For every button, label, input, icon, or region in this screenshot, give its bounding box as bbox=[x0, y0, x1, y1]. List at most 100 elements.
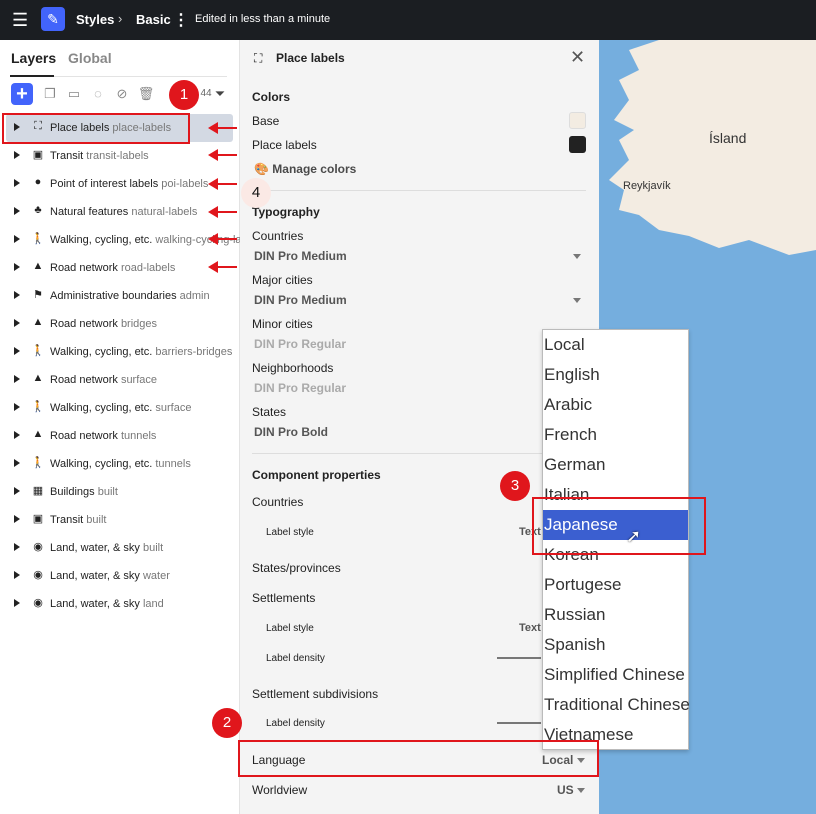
layer-item[interactable]: 🚶 Walking, cycling, etc. barriers-bridges bbox=[0, 338, 240, 366]
subdivisions-density-slider[interactable] bbox=[497, 722, 541, 724]
language-option[interactable]: English bbox=[543, 360, 688, 390]
filter-icon[interactable]: ⏷ bbox=[209, 83, 231, 105]
more-options-icon[interactable]: ⋮ bbox=[173, 10, 189, 30]
layer-id: transit-labels bbox=[86, 150, 149, 162]
expand-arrow-icon[interactable] bbox=[14, 431, 20, 439]
annotation-arrow bbox=[208, 233, 237, 245]
road-icon: ▲ bbox=[32, 428, 44, 440]
close-icon[interactable]: ✕ bbox=[570, 47, 585, 68]
layer-label: Road network bbox=[50, 262, 118, 274]
expand-arrow-icon[interactable] bbox=[14, 291, 20, 299]
select-tool-icon[interactable]: ◌ bbox=[87, 83, 109, 105]
layer-id: tunnels bbox=[120, 430, 157, 442]
chevron-down-icon[interactable] bbox=[573, 254, 581, 259]
duplicate-icon[interactable]: ❐ bbox=[39, 83, 61, 105]
language-option[interactable]: French bbox=[543, 420, 688, 450]
expand-arrow-icon[interactable] bbox=[14, 375, 20, 383]
layer-name: Land, water, & sky water bbox=[50, 570, 170, 582]
add-layer-button[interactable]: + bbox=[11, 83, 33, 105]
hide-icon[interactable]: ⊘ bbox=[111, 83, 133, 105]
layer-item[interactable]: ⚑ Administrative boundaries admin bbox=[0, 282, 240, 310]
expand-arrow-icon[interactable] bbox=[14, 319, 20, 327]
expand-arrow-icon[interactable] bbox=[14, 235, 20, 243]
folder-icon[interactable]: ▭ bbox=[63, 83, 85, 105]
expand-arrow-icon[interactable] bbox=[14, 207, 20, 215]
layer-name: Road network tunnels bbox=[50, 430, 156, 442]
transit-icon: ▣ bbox=[32, 149, 44, 161]
expand-arrow-icon[interactable] bbox=[14, 515, 20, 523]
language-option[interactable]: Spanish bbox=[543, 630, 688, 660]
layer-label: Road network bbox=[50, 430, 118, 442]
expand-arrow-icon[interactable] bbox=[14, 347, 20, 355]
expand-arrow-icon[interactable] bbox=[14, 487, 20, 495]
language-option[interactable]: Russian bbox=[543, 600, 688, 630]
layer-item[interactable]: ◉ Land, water, & sky built bbox=[0, 534, 240, 562]
chevron-down-icon[interactable] bbox=[573, 298, 581, 303]
neighborhoods-font-select[interactable]: DIN Pro Regular bbox=[254, 381, 346, 395]
language-option[interactable]: Arabic bbox=[543, 390, 688, 420]
expand-arrow-icon[interactable] bbox=[14, 151, 20, 159]
typography-heading: Typography bbox=[252, 205, 320, 219]
panel-title: Place labels bbox=[276, 51, 345, 65]
road-icon: ▲ bbox=[32, 260, 44, 272]
worldview-select[interactable]: US bbox=[557, 783, 574, 797]
layer-item[interactable]: ▲ Road network road-labels bbox=[0, 254, 240, 282]
panel-header: ⛶ Place labels ✕ bbox=[240, 40, 599, 77]
layer-item[interactable]: ▲ Road network bridges bbox=[0, 310, 240, 338]
expand-arrow-icon[interactable] bbox=[14, 459, 20, 467]
map-city-label: Reykjavík bbox=[623, 180, 671, 192]
expand-arrow-icon[interactable] bbox=[14, 543, 20, 551]
base-color-swatch[interactable] bbox=[569, 112, 586, 129]
manage-colors-button[interactable]: 🎨 Manage colors bbox=[254, 162, 356, 176]
breadcrumb-style-name[interactable]: Basic bbox=[136, 12, 171, 27]
expand-arrow-icon[interactable] bbox=[14, 599, 20, 607]
layer-item[interactable]: 🚶 Walking, cycling, etc. surface bbox=[0, 394, 240, 422]
layer-label: Land, water, & sky bbox=[50, 542, 140, 554]
tab-global[interactable]: Global bbox=[68, 50, 112, 66]
language-option[interactable]: Local bbox=[543, 330, 688, 360]
layer-item[interactable]: ▣ Transit built bbox=[0, 506, 240, 534]
trash-icon[interactable]: 🗑 bbox=[135, 83, 157, 105]
layer-item[interactable]: 🚶 Walking, cycling, etc. walking-cycling-… bbox=[0, 226, 240, 254]
expand-arrow-icon[interactable] bbox=[14, 571, 20, 579]
component-properties-heading: Component properties bbox=[252, 468, 381, 482]
annotation-badge-2: 2 bbox=[212, 708, 242, 738]
layer-label: Walking, cycling, etc. bbox=[50, 458, 153, 470]
layer-item[interactable]: ▲ Road network tunnels bbox=[0, 422, 240, 450]
layer-name: Point of interest labels poi-labels bbox=[50, 178, 208, 190]
language-option[interactable]: Simplified Chinese bbox=[543, 660, 688, 690]
chevron-down-icon[interactable] bbox=[577, 788, 585, 793]
hamburger-menu-icon[interactable]: ☰ bbox=[12, 10, 32, 30]
language-option[interactable]: Portugese bbox=[543, 570, 688, 600]
breadcrumb-styles[interactable]: Styles bbox=[76, 12, 114, 27]
major-cities-font-select[interactable]: DIN Pro Medium bbox=[254, 293, 347, 307]
settlements-label-style-value[interactable]: Text bbox=[519, 622, 541, 634]
place-labels-color-swatch[interactable] bbox=[569, 136, 586, 153]
states-label: States bbox=[252, 405, 287, 419]
language-option[interactable]: German bbox=[543, 450, 688, 480]
building-icon: ▦ bbox=[32, 485, 44, 497]
layer-item[interactable]: ▦ Buildings built bbox=[0, 478, 240, 506]
countries-font-select[interactable]: DIN Pro Medium bbox=[254, 249, 347, 263]
minor-cities-font-select[interactable]: DIN Pro Regular bbox=[254, 337, 346, 351]
layer-name: Land, water, & sky land bbox=[50, 598, 164, 610]
layer-id: walking-cycling-la bbox=[155, 234, 240, 246]
layer-item[interactable]: ◉ Land, water, & sky land bbox=[0, 590, 240, 618]
layer-item[interactable]: ▲ Road network surface bbox=[0, 366, 240, 394]
tab-layers[interactable]: Layers bbox=[11, 50, 56, 66]
settlements-label-density-label: Label density bbox=[266, 653, 325, 664]
layer-item[interactable]: ● Point of interest labels poi-labels bbox=[0, 170, 240, 198]
layer-item[interactable]: ◉ Land, water, & sky water bbox=[0, 562, 240, 590]
language-option[interactable]: Traditional Chinese bbox=[543, 690, 690, 720]
studio-logo-icon[interactable]: ✎ bbox=[41, 7, 65, 31]
expand-arrow-icon[interactable] bbox=[14, 263, 20, 271]
layer-label: Walking, cycling, etc. bbox=[50, 346, 153, 358]
edited-status: Edited in less than a minute bbox=[195, 13, 331, 25]
expand-arrow-icon[interactable] bbox=[14, 403, 20, 411]
layer-item[interactable]: ▣ Transit transit-labels bbox=[0, 142, 240, 170]
expand-arrow-icon[interactable] bbox=[14, 179, 20, 187]
layer-item[interactable]: 🚶 Walking, cycling, etc. tunnels bbox=[0, 450, 240, 478]
settlements-density-slider[interactable] bbox=[497, 657, 541, 659]
layer-item[interactable]: ♣ Natural features natural-labels bbox=[0, 198, 240, 226]
states-font-select[interactable]: DIN Pro Bold bbox=[254, 425, 328, 439]
